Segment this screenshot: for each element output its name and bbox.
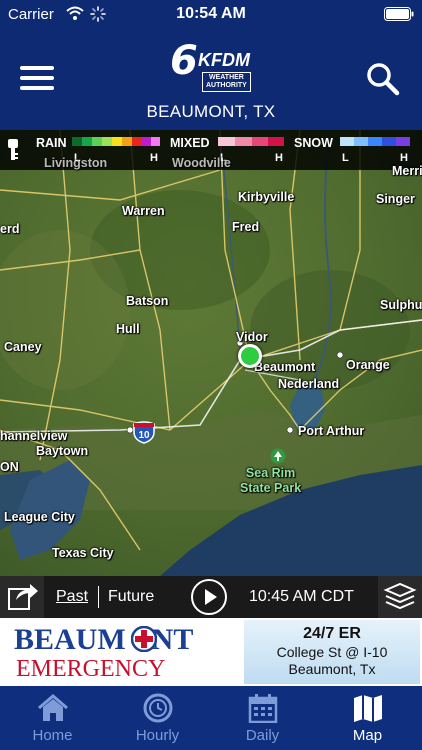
radar-map[interactable]: RAIN L H MIXED L H SNOW L H Livingston W… xyxy=(0,130,422,576)
tab-map-label: Map xyxy=(352,727,383,744)
snow-color-bar xyxy=(340,137,410,146)
map-label-sea-rim-state-park: Sea Rim State Park xyxy=(240,466,302,495)
clock-icon xyxy=(143,693,172,723)
ad-details: 24/7 ER College St @ I-10 Beaumont, Tx xyxy=(244,620,420,684)
map-label-hull: Hull xyxy=(116,322,140,336)
legend-snow-label: SNOW xyxy=(294,136,333,150)
rain-high-label: H xyxy=(150,152,158,164)
tab-hourly[interactable]: Hourly xyxy=(105,686,210,750)
map-label-on: ON xyxy=(0,460,19,474)
play-icon xyxy=(205,589,217,605)
key-icon[interactable] xyxy=(6,139,20,161)
layers-icon xyxy=(383,582,417,610)
map-label-baytown: Baytown xyxy=(36,444,89,458)
logo-name: KFDM xyxy=(198,50,250,70)
ad-city: Beaumont, Tx xyxy=(288,661,376,677)
map-label-texas-city: Texas City xyxy=(52,546,114,560)
ad-address: College St @ I-10 xyxy=(276,644,388,660)
share-button[interactable] xyxy=(0,576,44,618)
mixed-high-label: H xyxy=(275,152,283,164)
map-label-fred: Fred xyxy=(232,220,260,234)
search-icon[interactable] xyxy=(366,62,400,96)
map-label-vidor: Vidor xyxy=(236,330,268,344)
status-bar: Carrier 10:54 AM xyxy=(0,0,422,30)
map-label-port-arthur: Port Arthur xyxy=(298,424,365,438)
tab-bar: Home Hourly Daily Map xyxy=(0,686,422,750)
logo-tagline: WEATHER AUTHORITY xyxy=(202,72,251,92)
interstate-10-shield: 10 xyxy=(133,421,155,444)
map-label-woodville: Woodville xyxy=(172,156,231,170)
toggle-divider xyxy=(98,586,99,608)
future-toggle[interactable]: Future xyxy=(108,588,154,606)
map-label-channelview: hannelview xyxy=(0,429,68,443)
map-label-batson: Batson xyxy=(126,294,169,308)
tab-home-label: Home xyxy=(32,727,73,744)
radar-playback-controls: Past Future 10:45 AM CDT xyxy=(0,576,422,618)
map-label-merri: Merri xyxy=(392,164,422,178)
tab-daily-label: Daily xyxy=(245,727,280,744)
clock-time: 10:54 AM xyxy=(176,5,246,22)
tab-home[interactable]: Home xyxy=(0,686,105,750)
park-tree-icon xyxy=(270,448,286,464)
map-label-nederland: Nederland xyxy=(278,377,340,391)
current-location-marker[interactable] xyxy=(238,344,262,368)
hamburger-menu-icon[interactable] xyxy=(20,66,54,94)
layers-button[interactable] xyxy=(378,576,422,618)
battery-icon xyxy=(384,7,414,21)
radar-timestamp: 10:45 AM CDT xyxy=(249,588,354,605)
ad-brand-name: BEAUM NT xyxy=(14,623,194,656)
interstate-number: 10 xyxy=(138,430,150,441)
ad-banner[interactable]: BEAUMNT EMERGENCY CENTER 24/7 ER College… xyxy=(0,618,422,709)
legend-rain-label: RAIN xyxy=(36,136,67,150)
map-label-singer: Singer xyxy=(376,192,415,206)
map-label-erd: erd xyxy=(0,222,20,236)
map-label-caney: Caney xyxy=(4,340,42,354)
map-label-warren: Warren xyxy=(122,204,165,218)
map-label-beaumont: Beaumont xyxy=(254,360,316,374)
mixed-color-bar xyxy=(218,137,284,146)
snow-low-label: L xyxy=(342,152,349,164)
ad-er-hours: 24/7 ER xyxy=(303,625,361,642)
map-label-league-city: League City xyxy=(4,510,75,524)
tab-daily[interactable]: Daily xyxy=(210,686,315,750)
play-button[interactable] xyxy=(191,579,227,615)
app-header: 6 KFDM WEATHER AUTHORITY BEAUMONT, TX xyxy=(0,30,422,130)
medical-cross-icon xyxy=(131,626,157,652)
home-icon xyxy=(37,694,68,721)
app-screen: Carrier 10:54 AM 6 KFDM WEATHER AUTHORIT… xyxy=(0,0,422,750)
tab-hourly-label: Hourly xyxy=(135,727,180,744)
map-label-sulphu: Sulphu xyxy=(380,298,422,312)
tab-map[interactable]: Map xyxy=(315,686,420,750)
past-toggle[interactable]: Past xyxy=(56,588,88,606)
legend-mixed-label: MIXED xyxy=(170,136,210,150)
calendar-icon xyxy=(248,694,277,723)
kfdm-logo: 6 KFDM WEATHER AUTHORITY xyxy=(170,38,254,94)
snow-high-label: H xyxy=(400,152,408,164)
map-label-livingston: Livingston xyxy=(44,156,108,170)
rain-color-bar xyxy=(72,137,160,146)
map-label-orange: Orange xyxy=(346,358,390,372)
map-icon xyxy=(353,695,382,722)
share-icon xyxy=(8,584,38,610)
map-label-kirbyville: Kirbyville xyxy=(238,190,295,204)
logo-six: 6 xyxy=(170,38,198,84)
location-title: BEAUMONT, TX xyxy=(146,102,276,121)
ad-brand: BEAUMNT EMERGENCY CENTER xyxy=(2,620,242,709)
